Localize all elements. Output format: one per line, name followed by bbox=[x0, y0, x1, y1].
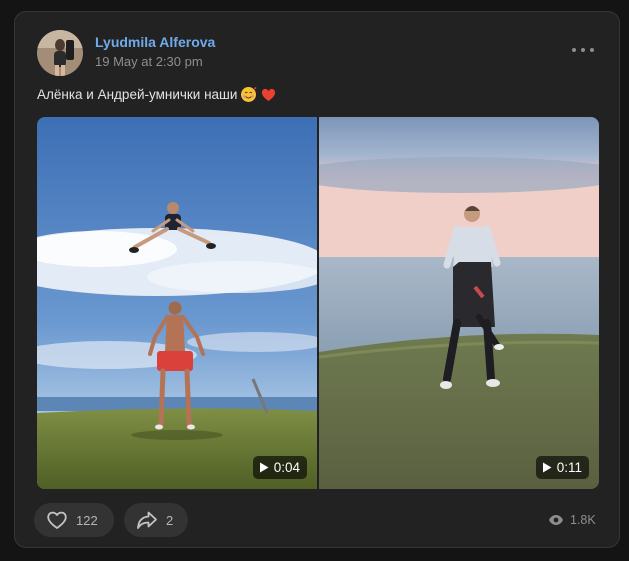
video-duration-2: 0:11 bbox=[535, 456, 589, 479]
share-button[interactable]: 2 bbox=[124, 503, 188, 537]
views-counter: 1.8K bbox=[548, 513, 596, 527]
eye-icon bbox=[549, 515, 563, 525]
heart-icon bbox=[47, 511, 67, 529]
share-arrow-icon bbox=[137, 511, 157, 529]
post-timestamp[interactable]: 19 May at 2:30 pm bbox=[95, 54, 203, 69]
more-options-button[interactable] bbox=[572, 46, 594, 54]
author-name[interactable]: Lyudmila Alferova bbox=[95, 34, 215, 50]
video-duration-1: 0:04 bbox=[252, 456, 307, 479]
red-heart-emoji bbox=[262, 88, 276, 101]
more-dots-icon bbox=[572, 48, 576, 52]
share-count: 2 bbox=[166, 512, 174, 528]
play-icon bbox=[542, 462, 552, 473]
like-button[interactable]: 122 bbox=[34, 503, 114, 537]
post-card: Lyudmila Alferova 19 May at 2:30 pm Алён… bbox=[14, 11, 620, 548]
views-count: 1.8K bbox=[570, 513, 596, 527]
post-text: Алёнка и Андрей-умнички наши bbox=[37, 86, 277, 103]
smiling-face-with-hearts-emoji bbox=[241, 87, 257, 102]
video-thumbnail-1[interactable]: 0:04 bbox=[37, 117, 317, 489]
avatar[interactable] bbox=[37, 30, 83, 76]
video-thumbnail-2[interactable]: 0:11 bbox=[319, 117, 599, 489]
like-count: 122 bbox=[76, 512, 98, 528]
play-icon bbox=[259, 462, 269, 473]
post-text-content: Алёнка и Андрей-умнички наши bbox=[37, 87, 238, 102]
